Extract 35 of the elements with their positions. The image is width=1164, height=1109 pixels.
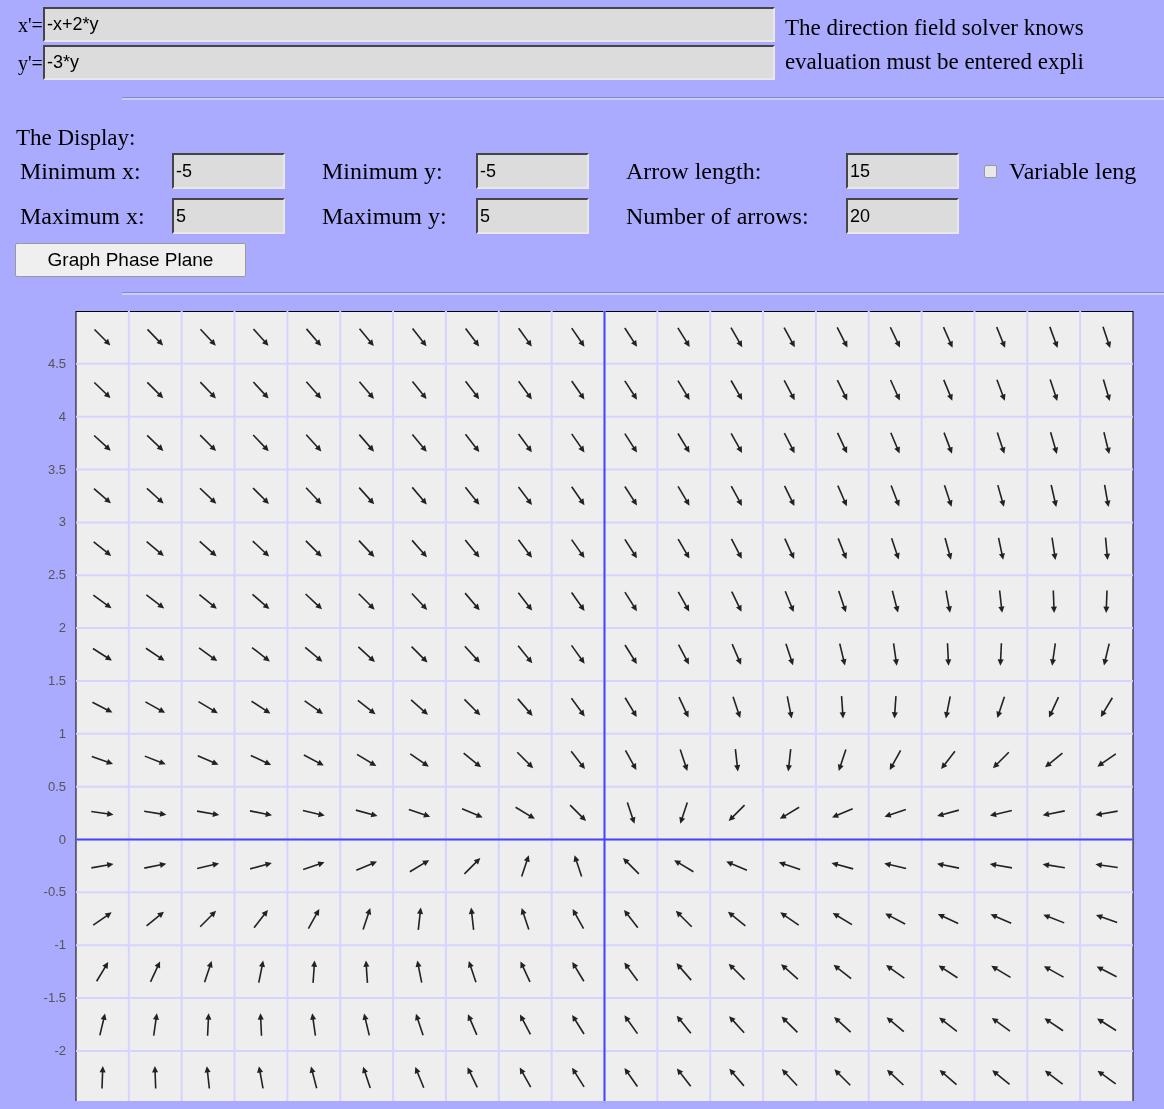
- number-input[interactable]: 20: [846, 198, 959, 234]
- checkbox-label: Variable leng: [1009, 159, 1137, 183]
- field-label: Maximum y:: [322, 204, 448, 228]
- axis-tick-label: 3: [58, 514, 66, 530]
- field-label: Number of arrows:: [626, 204, 810, 228]
- axis-tick-label: -1: [54, 937, 66, 953]
- section-heading: The Display:: [15, 125, 137, 151]
- equation-input[interactable]: -3*y: [42, 45, 775, 80]
- number-input[interactable]: 15: [846, 153, 959, 189]
- equation-label: y'=: [18, 52, 43, 73]
- axis-tick-label: -2: [54, 1042, 66, 1058]
- field-label: Minimum y:: [322, 159, 444, 183]
- axis-tick-label: 3.5: [47, 461, 66, 477]
- field-label: Arrow length:: [626, 159, 763, 183]
- axis-tick-label: 1: [58, 725, 66, 741]
- number-input[interactable]: -5: [172, 153, 285, 189]
- number-input[interactable]: 5: [172, 198, 285, 234]
- field-label: Maximum x:: [20, 204, 146, 228]
- equation-input[interactable]: -x+2*y: [42, 7, 775, 42]
- field-label: Minimum x:: [20, 159, 142, 183]
- axis-tick-label: -0.5: [43, 884, 66, 900]
- description-text: evaluation must be entered expli: [784, 48, 1084, 76]
- axis-tick-label: 0: [58, 831, 66, 847]
- number-input[interactable]: 5: [476, 198, 589, 234]
- number-input[interactable]: -5: [476, 153, 589, 189]
- axis-tick-label: 2.5: [47, 567, 66, 583]
- description-text: The direction field solver knows: [784, 14, 1084, 42]
- axis-tick-label: 1.5: [47, 672, 66, 688]
- axis-tick-label: 0.5: [47, 778, 66, 794]
- axis-tick-label: 4: [58, 408, 66, 424]
- axis-tick-label: 4.5: [47, 355, 66, 371]
- graph-button[interactable]: Graph Phase Plane: [15, 243, 246, 277]
- equation-label: x'=: [18, 14, 43, 35]
- axis-tick-label: 2: [58, 620, 66, 636]
- axis-tick-label: -1.5: [43, 990, 66, 1006]
